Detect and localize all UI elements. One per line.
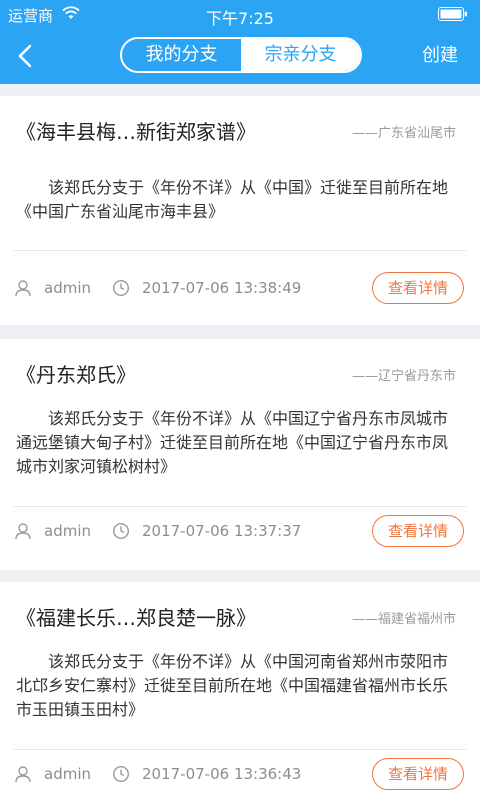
branch-card: 《福建长乐…郑良楚一脉》 ——福建省福州市 该郑氏分支于《年份不详》从《中国河南… xyxy=(0,582,480,800)
view-details-button[interactable]: 查看详情 xyxy=(372,758,464,790)
card-divider xyxy=(14,506,466,507)
created-time: 2017-07-06 13:37:37 xyxy=(142,522,302,540)
author-name: admin xyxy=(44,522,91,540)
clock-icon xyxy=(112,765,130,783)
author-name: admin xyxy=(44,765,91,783)
branch-region: ——广东省汕尾市 xyxy=(351,126,456,141)
clock-icon xyxy=(112,522,130,540)
branch-card: 《海丰县梅…新街郑家谱》 ——广东省汕尾市 该郑氏分支于《年份不详》从《中国》迁… xyxy=(0,96,480,325)
branch-description: 该郑氏分支于《年份不详》从《中国》迁徙至目前所在地《中国广东省汕尾市海丰县》 xyxy=(16,178,449,221)
user-icon xyxy=(15,280,31,297)
card-divider xyxy=(14,749,466,750)
status-bar: 运营商 下午7:25 xyxy=(0,0,480,28)
created-time: 2017-07-06 13:36:43 xyxy=(142,765,302,783)
branch-title: 《丹东郑氏》 xyxy=(16,363,136,387)
view-details-button[interactable]: 查看详情 xyxy=(372,515,464,547)
branch-description: 该郑氏分支于《年份不详》从《中国河南省郑州市荥阳市北邙乡安仁寨村》迁徙至目前所在… xyxy=(16,652,449,719)
navigation-bar: 我的分支 宗亲分支 创建 xyxy=(0,28,480,84)
create-button[interactable]: 创建 xyxy=(422,41,458,67)
tab-my-branches[interactable]: 我的分支 xyxy=(122,39,241,71)
back-arrow-icon[interactable] xyxy=(12,40,40,72)
branch-title: 《海丰县梅…新街郑家谱》 xyxy=(16,120,256,144)
card-divider xyxy=(14,250,466,251)
user-icon xyxy=(15,766,31,783)
branch-region: ——福建省福州市 xyxy=(351,612,456,627)
branch-region: ——辽宁省丹东市 xyxy=(351,369,456,384)
view-details-button[interactable]: 查看详情 xyxy=(372,272,464,304)
created-time: 2017-07-06 13:38:49 xyxy=(142,279,302,297)
status-time: 下午7:25 xyxy=(206,9,274,28)
branch-title: 《福建长乐…郑良楚一脉》 xyxy=(16,606,256,630)
tab-clan-branches[interactable]: 宗亲分支 xyxy=(241,39,360,71)
app-header: 运营商 下午7:25 我的分支 宗亲分支 创建 xyxy=(0,0,480,84)
clock-icon xyxy=(112,279,130,297)
author-name: admin xyxy=(44,279,91,297)
branch-description: 该郑氏分支于《年份不详》从《中国辽宁省丹东市凤城市通远堡镇大甸子村》迁徙至目前所… xyxy=(16,409,449,476)
branch-segmented-control: 我的分支 宗亲分支 xyxy=(120,37,362,73)
user-icon xyxy=(15,523,31,540)
branch-card: 《丹东郑氏》 ——辽宁省丹东市 该郑氏分支于《年份不详》从《中国辽宁省丹东市凤城… xyxy=(0,339,480,570)
battery-icon xyxy=(438,7,467,21)
